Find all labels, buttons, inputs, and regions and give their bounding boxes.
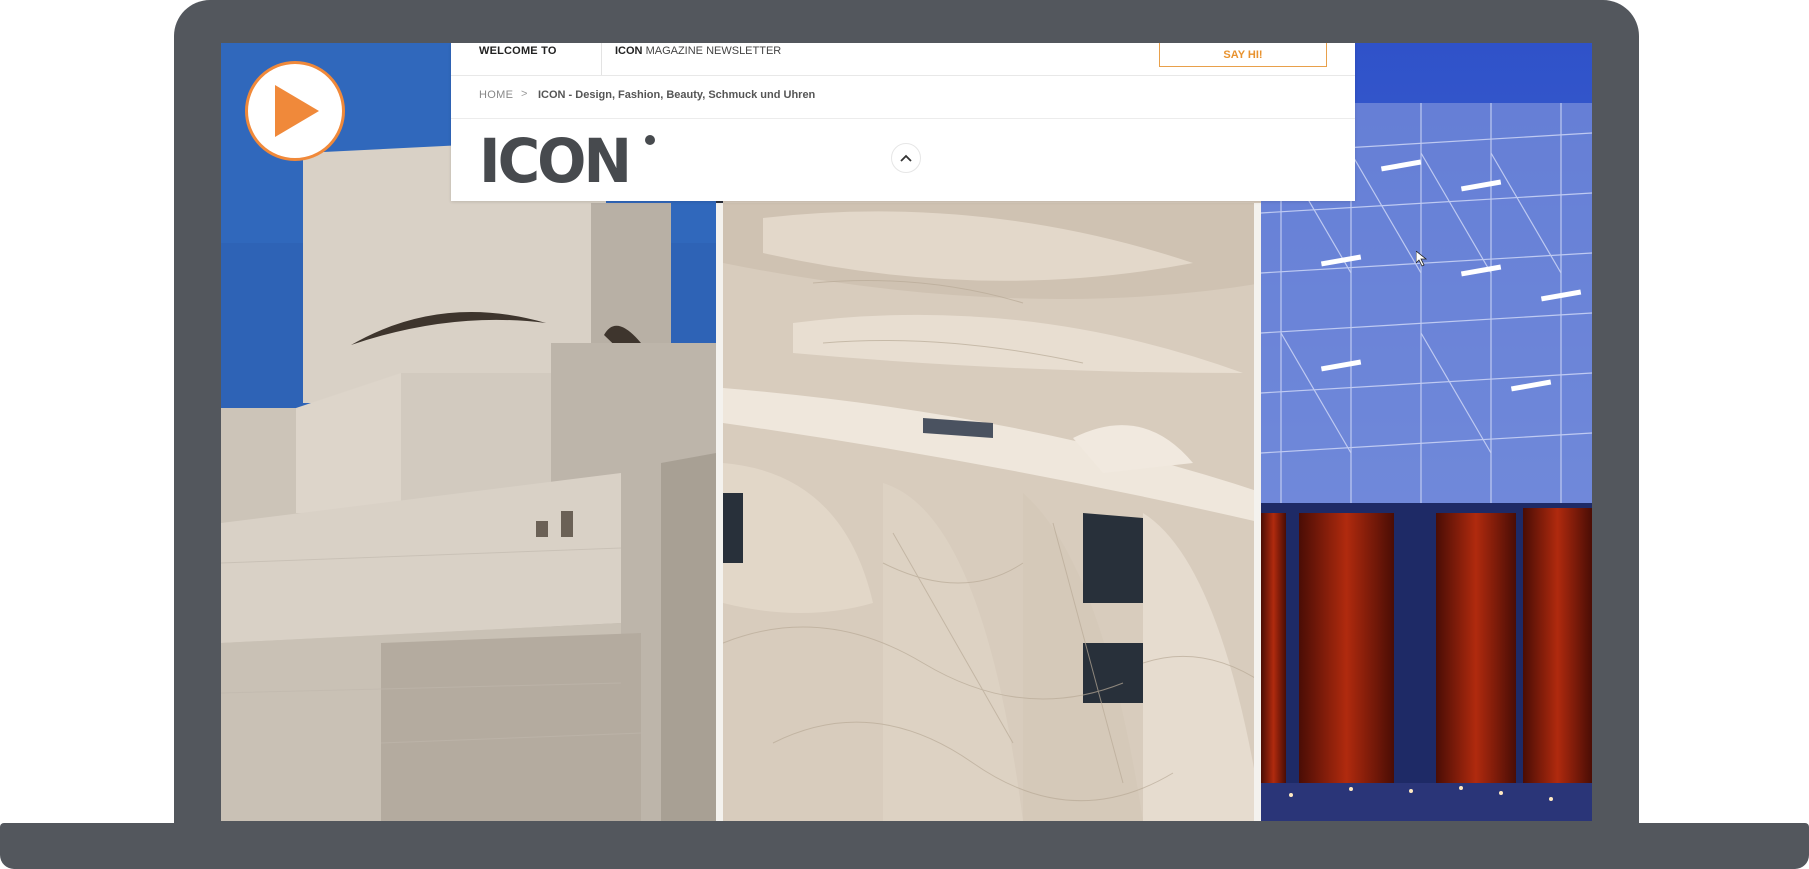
top-bar-divider xyxy=(601,43,602,75)
breadcrumb-current: ICON - Design, Fashion, Beauty, Schmuck … xyxy=(538,89,816,101)
top-bar: WELCOME TO ICON MAGAZINE NEWSLETTER SAY … xyxy=(451,43,1355,76)
laptop-base xyxy=(0,823,1809,869)
panel-divider xyxy=(716,203,723,821)
breadcrumb: HOME > ICON - Design, Fashion, Beauty, S… xyxy=(451,76,1355,119)
breadcrumb-separator: > xyxy=(521,88,528,100)
welcome-label: WELCOME TO xyxy=(479,45,557,57)
play-button[interactable] xyxy=(245,61,345,161)
chevron-up-icon xyxy=(900,154,912,162)
panel-divider xyxy=(1254,203,1261,821)
newsletter-brand: ICON xyxy=(615,45,643,57)
newsletter-link[interactable]: ICON MAGAZINE NEWSLETTER xyxy=(615,45,781,57)
site-header: WELCOME TO ICON MAGAZINE NEWSLETTER SAY … xyxy=(451,43,1355,201)
screen: WELCOME TO ICON MAGAZINE NEWSLETTER SAY … xyxy=(221,43,1592,821)
mouse-cursor-icon xyxy=(1415,250,1428,272)
say-hi-button[interactable]: SAY HI! xyxy=(1159,43,1327,67)
icon-logo[interactable]: ICON xyxy=(479,127,632,194)
logo-dot xyxy=(645,135,655,145)
collapse-button[interactable] xyxy=(891,143,921,173)
breadcrumb-home-link[interactable]: HOME xyxy=(479,89,513,101)
play-icon xyxy=(275,85,319,137)
newsletter-label: MAGAZINE NEWSLETTER xyxy=(645,45,782,57)
